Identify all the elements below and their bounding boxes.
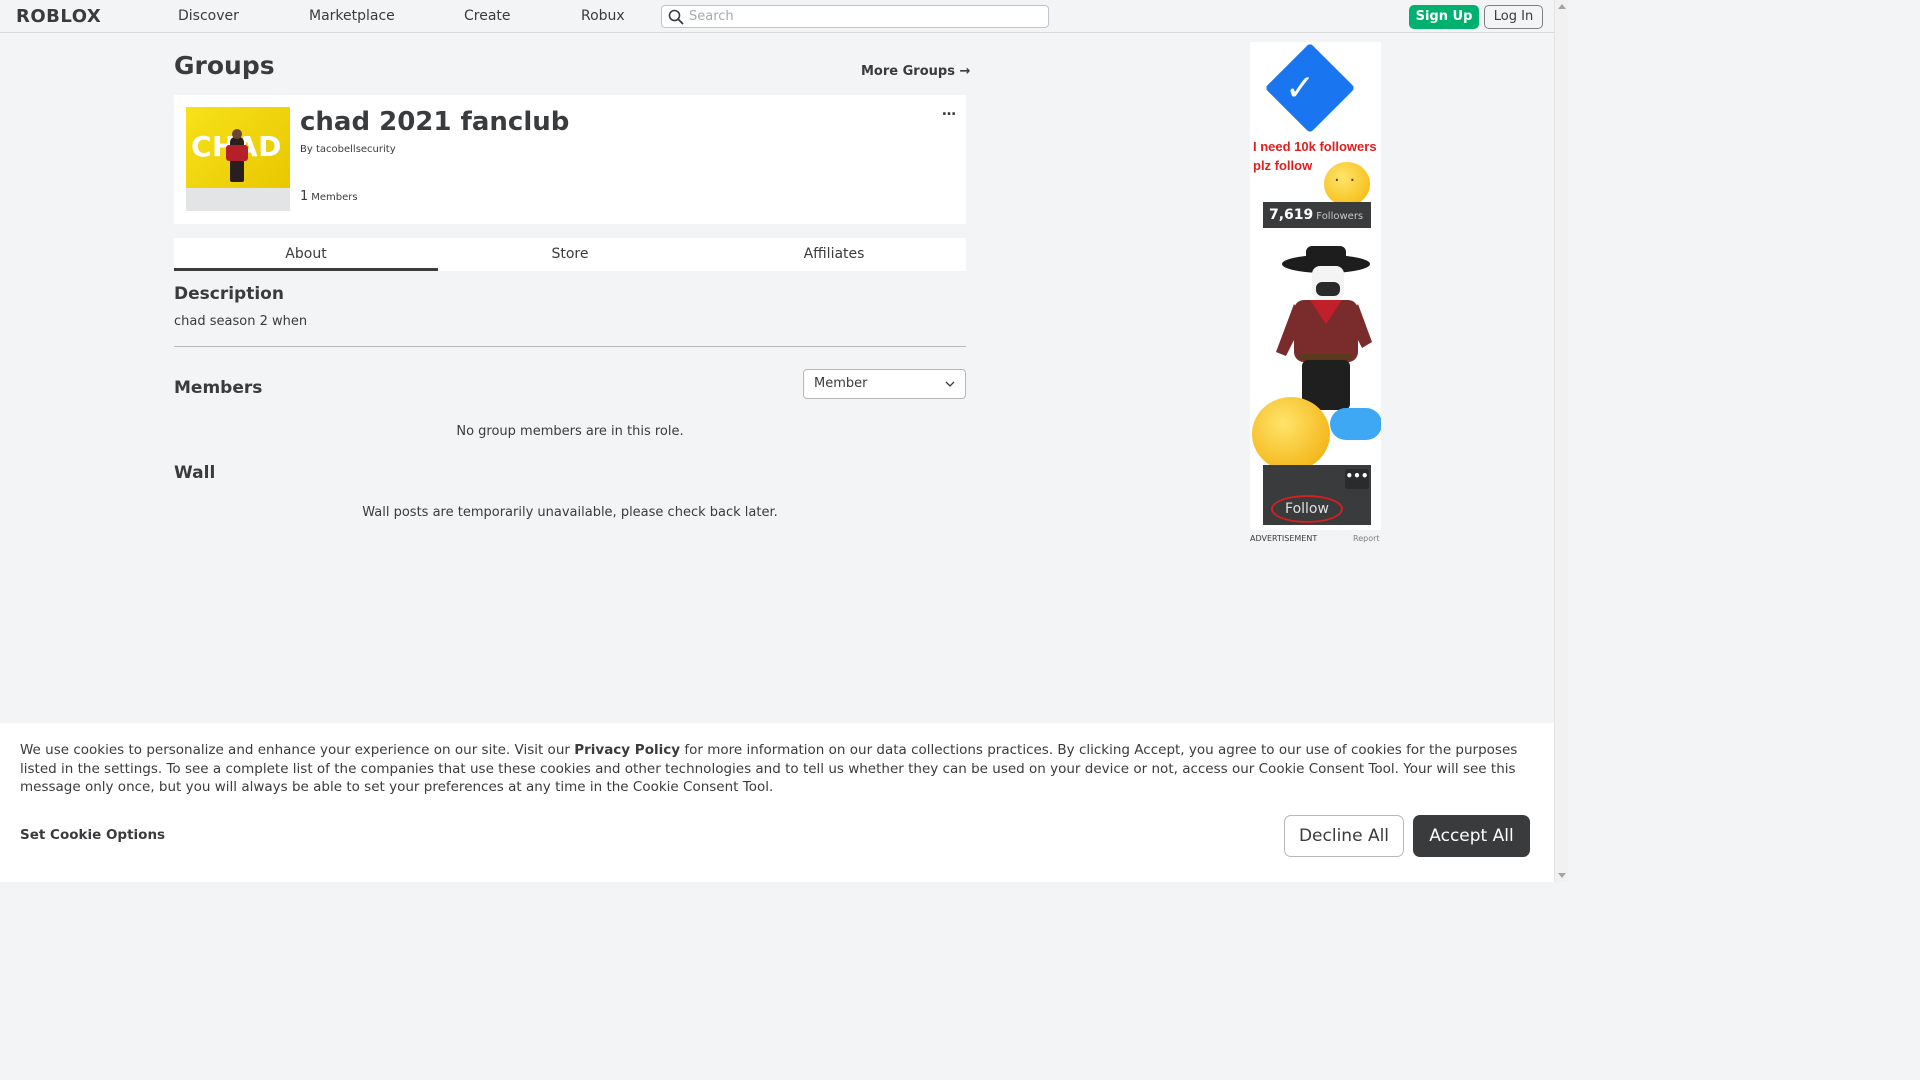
tab-affiliates[interactable]: Affiliates xyxy=(702,238,966,271)
page-scrollbar[interactable] xyxy=(1554,0,1568,882)
set-cookie-options-link[interactable]: Set Cookie Options xyxy=(20,827,165,843)
tab-store[interactable]: Store xyxy=(438,238,702,271)
group-thumbnail: CHAD xyxy=(186,107,290,211)
page-title: Groups xyxy=(174,51,275,80)
wall-heading: Wall xyxy=(174,463,216,483)
log-in-button[interactable]: Log In xyxy=(1484,5,1543,29)
tab-about[interactable]: About xyxy=(174,238,438,271)
ad-followers-count: 7,619 xyxy=(1269,207,1314,223)
top-navigation-bar: ROBLOX Discover Marketplace Create Robux… xyxy=(0,0,1554,33)
nav-link-robux[interactable]: Robux xyxy=(581,8,625,24)
nav-link-create[interactable]: Create xyxy=(464,8,511,24)
group-owner-line: By tacobellsecurity xyxy=(300,144,396,155)
member-count: 1 Members xyxy=(300,189,358,204)
section-divider xyxy=(174,346,966,347)
members-heading: Members xyxy=(174,378,263,398)
search-input[interactable] xyxy=(689,8,1039,25)
role-dropdown-value: Member xyxy=(814,376,868,391)
description-text: chad season 2 when xyxy=(174,314,308,329)
more-groups-link[interactable]: More Groups → xyxy=(861,64,970,79)
group-header-card: CHAD chad 2021 fanclub By tacobellsecuri… xyxy=(174,95,966,224)
nav-link-marketplace[interactable]: Marketplace xyxy=(309,8,395,24)
pleading-face-emoji-icon xyxy=(1252,397,1330,471)
cookie-notice-text: We use cookies to personalize and enhanc… xyxy=(20,741,1540,797)
cookie-consent-banner: We use cookies to personalize and enhanc… xyxy=(0,723,1554,882)
wall-unavailable-message: Wall posts are temporarily unavailable, … xyxy=(362,505,778,520)
thumbnail-figure xyxy=(226,129,248,182)
cookie-text-part1: We use cookies to personalize and enhanc… xyxy=(20,742,575,758)
scroll-up-arrow-icon[interactable] xyxy=(1558,4,1566,9)
owner-link[interactable]: tacobellsecurity xyxy=(316,144,396,155)
ad-follow-panel: ••• Follow xyxy=(1263,465,1371,525)
group-tabs: About Store Affiliates xyxy=(174,238,966,271)
cowboy-avatar-image xyxy=(1276,246,1372,410)
chevron-down-icon xyxy=(945,381,955,387)
privacy-policy-link[interactable]: Privacy Policy xyxy=(574,742,680,758)
member-count-value: 1 xyxy=(300,189,309,204)
accept-all-button[interactable]: Accept All xyxy=(1413,815,1530,857)
decline-all-button[interactable]: Decline All xyxy=(1284,815,1404,857)
roblox-logo[interactable]: ROBLOX xyxy=(16,6,101,27)
nav-link-discover[interactable]: Discover xyxy=(178,8,239,24)
description-heading: Description xyxy=(174,284,284,304)
ad-followers-label: Followers xyxy=(1316,211,1364,222)
ad-more-options-icon[interactable]: ••• xyxy=(1345,469,1369,489)
scroll-down-arrow-icon[interactable] xyxy=(1558,873,1566,878)
cloud-decoration xyxy=(1330,408,1381,440)
more-options-icon[interactable]: … xyxy=(942,104,957,118)
members-empty-message: No group members are in this role. xyxy=(456,424,684,439)
advertisement-label: ADVERTISEMENT xyxy=(1250,534,1318,543)
worried-face-emoji-icon xyxy=(1324,162,1370,206)
sign-up-button[interactable]: Sign Up xyxy=(1409,5,1479,29)
owner-prefix: By xyxy=(300,144,313,155)
role-dropdown[interactable]: Member xyxy=(803,369,966,399)
search-box[interactable] xyxy=(661,5,1049,28)
ad-followers-badge: 7,619 Followers xyxy=(1263,202,1371,228)
report-ad-link[interactable]: Report xyxy=(1353,534,1380,543)
group-name: chad 2021 fanclub xyxy=(300,107,570,137)
member-count-label: Members xyxy=(311,192,358,203)
checkmark-icon: ✓ xyxy=(1285,68,1316,109)
search-icon xyxy=(668,9,684,25)
advertisement-banner[interactable]: ✓ I need 10k followers plz follow 7,619F… xyxy=(1250,42,1381,530)
ad-follow-button[interactable]: Follow xyxy=(1271,495,1343,523)
